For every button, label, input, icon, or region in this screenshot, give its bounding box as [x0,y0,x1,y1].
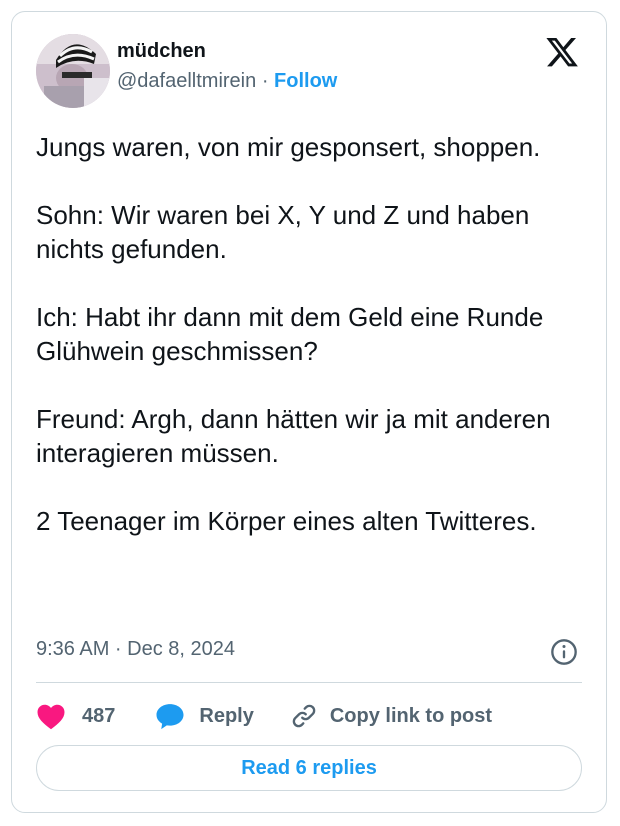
tweet-text: Jungs waren, von mir gesponsert, shoppen… [36,130,586,572]
tweet-paragraph: Sohn: Wir waren bei X, Y und Z und haben… [36,200,530,264]
copy-link-button[interactable]: Copy link to post [290,702,492,730]
heart-icon [36,702,66,730]
like-button[interactable]: 487 [36,702,115,730]
follow-button[interactable]: Follow [274,70,337,92]
tweet-paragraph: 2 Teenager im Körper eines alten Twitter… [36,506,537,536]
timestamp[interactable]: 9:36 AM · Dec 8, 2024 [36,638,235,661]
tweet-paragraph: Ich: Habt ihr dann mit dem Geld eine Run… [36,302,544,366]
tweet-card: müdchen @dafaelltmirein · Follow Jungs w… [11,11,607,813]
reply-bubble-icon [155,702,185,730]
link-icon [290,702,318,730]
reply-label: Reply [199,704,254,727]
tweet-paragraph: Freund: Argh, dann hätten wir ja mit and… [36,404,551,468]
copy-link-label: Copy link to post [329,704,493,727]
x-logo-icon[interactable] [546,36,578,68]
action-bar: 487 Reply Copy link to post [36,698,492,734]
read-replies-button[interactable]: Read 6 replies [36,745,582,791]
tweet-paragraph: Jungs waren, von mir gesponsert, shoppen… [36,132,541,162]
divider [36,682,582,683]
author-display-name[interactable]: müdchen [117,40,206,63]
like-count: 487 [82,704,116,727]
separator-dot: · [261,70,269,92]
author-handle-row: @dafaelltmirein · Follow [117,70,337,93]
reply-button[interactable]: Reply [155,702,254,730]
author-handle[interactable]: @dafaelltmirein [117,70,256,92]
avatar[interactable] [36,34,110,108]
info-icon[interactable] [550,638,578,666]
